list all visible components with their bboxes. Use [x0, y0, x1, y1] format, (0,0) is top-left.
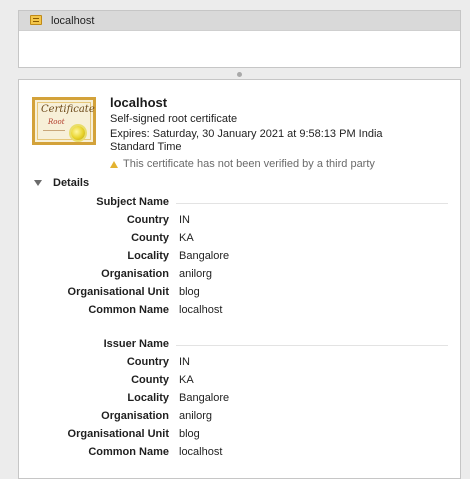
field-key: Organisational Unit: [67, 286, 169, 298]
issuer-field-row: Organisation anilorg: [19, 410, 449, 424]
issuer-field-row: Common Name localhost: [19, 446, 449, 460]
certificate-icon: [30, 15, 43, 26]
list-item-label: localhost: [51, 14, 95, 27]
certificate-art-title: Certificate: [41, 104, 95, 115]
field-key: County: [131, 374, 169, 386]
field-key: County: [131, 232, 169, 244]
field-value: IN: [179, 214, 190, 226]
field-key: Organisation: [101, 410, 169, 422]
subject-field-row: Organisation anilorg: [19, 268, 449, 282]
issuer-field-row: Locality Bangalore: [19, 392, 449, 406]
keychain-list: localhost: [18, 10, 461, 68]
certificate-name: localhost: [110, 95, 168, 110]
field-value: IN: [179, 356, 190, 368]
field-key: Locality: [127, 392, 169, 404]
subject-field-row: Organisational Unit blog: [19, 286, 449, 300]
subject-field-row: Country IN: [19, 214, 449, 228]
issuer-name-heading: Issuer Name: [103, 338, 169, 350]
field-key: Organisation: [101, 268, 169, 280]
field-value: Bangalore: [179, 250, 230, 262]
subject-field-row: Locality Bangalore: [19, 250, 449, 264]
subject-field-row: County KA: [19, 232, 449, 246]
field-key: Country: [126, 214, 169, 226]
section-divider: [176, 345, 448, 346]
field-value: KA: [179, 232, 194, 244]
issuer-field-row: Organisational Unit blog: [19, 428, 449, 442]
warning-icon: [110, 160, 118, 168]
subject-name-heading: Subject Name: [96, 196, 169, 208]
field-key: Country: [126, 356, 169, 368]
certificate-expiry: Expires: Saturday, 30 January 2021 at 9:…: [110, 128, 383, 153]
field-value: localhost: [179, 304, 223, 316]
splitter-handle[interactable]: [237, 72, 242, 77]
issuer-field-row: County KA: [19, 374, 449, 388]
certificate-art-subtitle: Root: [48, 118, 65, 126]
certificate-kind: Self-signed root certificate: [110, 113, 238, 125]
certificate-detail-pane: Certificate Root localhost Self-signed r…: [18, 79, 461, 479]
seal-icon: [71, 126, 85, 140]
field-value: anilorg: [179, 410, 213, 422]
field-key: Locality: [127, 250, 169, 262]
field-value: blog: [179, 428, 200, 440]
field-value: localhost: [179, 446, 223, 458]
field-key: Common Name: [88, 446, 169, 458]
details-disclosure[interactable]: Details: [34, 177, 89, 189]
subject-field-row: Common Name localhost: [19, 304, 449, 318]
disclosure-triangle-icon[interactable]: [34, 180, 42, 186]
field-key: Organisational Unit: [67, 428, 169, 440]
section-divider: [176, 203, 448, 204]
trust-warning: This certificate has not been verified b…: [110, 158, 375, 170]
trust-warning-text: This certificate has not been verified b…: [123, 158, 375, 170]
field-key: Common Name: [88, 304, 169, 316]
certificate-image-icon: Certificate Root: [32, 97, 96, 145]
field-value: Bangalore: [179, 392, 230, 404]
field-value: anilorg: [179, 268, 213, 280]
details-label: Details: [53, 177, 90, 189]
list-item-certificate[interactable]: localhost: [19, 11, 460, 31]
field-value: blog: [179, 286, 200, 298]
issuer-field-row: Country IN: [19, 356, 449, 370]
field-value: KA: [179, 374, 194, 386]
